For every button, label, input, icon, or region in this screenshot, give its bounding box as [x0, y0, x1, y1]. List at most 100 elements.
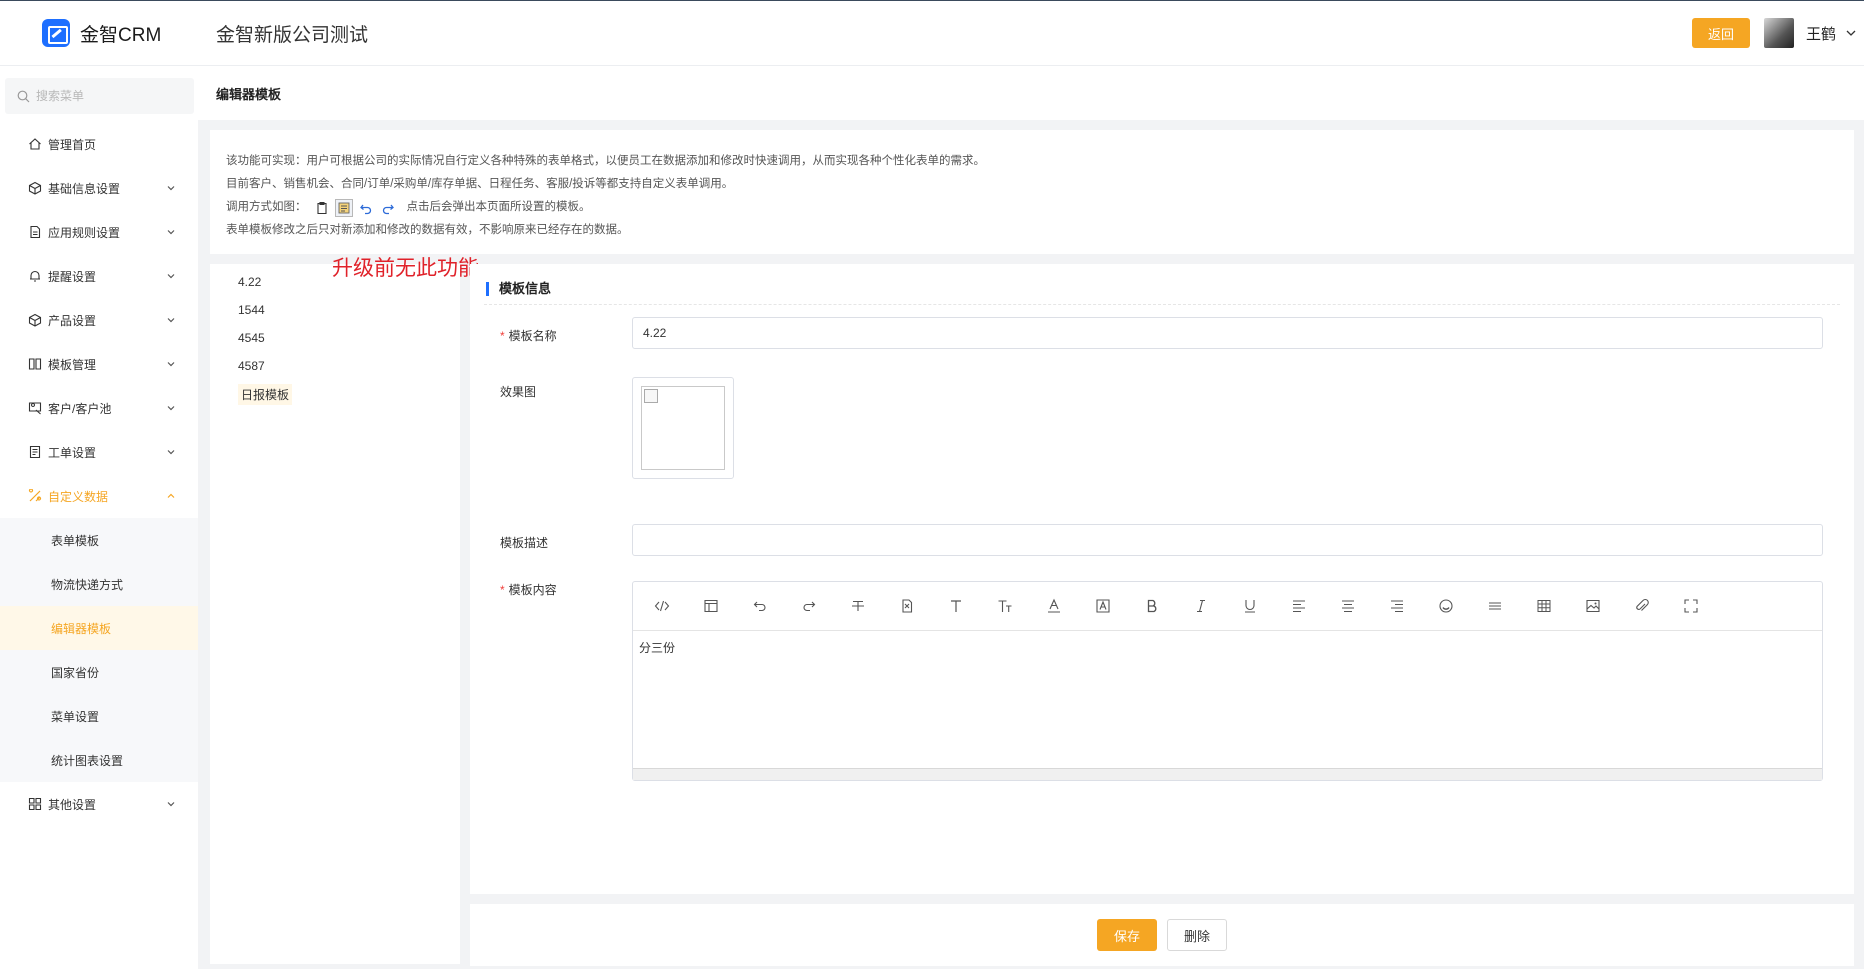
redo-icon[interactable]: [800, 597, 818, 615]
sidebar-item-tickets[interactable]: 工单设置: [0, 430, 198, 474]
sidebar-item-label: 提醒设置: [48, 269, 97, 284]
italic-icon[interactable]: [1192, 597, 1210, 615]
user-name[interactable]: 王鹤: [1806, 23, 1836, 44]
ticket-icon: [29, 445, 41, 459]
required-mark: *: [500, 583, 505, 597]
section-title: 模板信息: [486, 282, 551, 296]
required-mark: *: [500, 329, 505, 343]
effect-image-upload[interactable]: [632, 377, 734, 479]
clear-format-icon[interactable]: [898, 597, 916, 615]
search-icon: [17, 90, 30, 102]
custom-data-icon: [28, 489, 42, 502]
sidebar-subitem-country-province[interactable]: 国家省份: [0, 650, 198, 694]
back-button[interactable]: 返回: [1691, 18, 1750, 48]
editor-content[interactable]: 分三份: [633, 631, 1822, 768]
editor-resize-bar[interactable]: [633, 768, 1822, 780]
home-icon: [29, 138, 41, 150]
sidebar-item-label: 应用规则设置: [48, 225, 121, 240]
align-left-icon[interactable]: [1290, 597, 1308, 615]
template-icon[interactable]: [702, 597, 720, 615]
notice-usage-suffix: 点击后会弹出本页面所设置的模板。: [406, 201, 591, 213]
align-right-icon[interactable]: [1388, 597, 1406, 615]
cube-icon: [28, 181, 42, 195]
image-icon[interactable]: [1584, 597, 1602, 615]
chevron-down-icon: [167, 274, 175, 279]
avatar[interactable]: [1763, 18, 1794, 48]
sidebar-item-custom-data[interactable]: 自定义数据: [0, 474, 198, 518]
sidebar-item-template-mgmt[interactable]: 模板管理: [0, 342, 198, 386]
search-box[interactable]: [5, 78, 194, 114]
delete-button[interactable]: 删除: [1167, 919, 1227, 951]
sidebar-item-label: 工单设置: [48, 445, 97, 460]
sidebar-item-other-settings[interactable]: 其他设置: [0, 782, 198, 826]
broken-image-icon: [644, 389, 658, 403]
chevron-down-icon: [167, 802, 175, 807]
undo-icon: [357, 199, 375, 217]
sidebar-subitem-logistics[interactable]: 物流快递方式: [0, 562, 198, 606]
sidebar-item-label: 管理首页: [48, 137, 97, 152]
cube-icon: [28, 313, 42, 327]
template-name-input[interactable]: 4.22: [632, 317, 1823, 349]
save-button[interactable]: 保存: [1097, 919, 1157, 951]
search-input[interactable]: [36, 89, 176, 103]
image-label: 效果图: [500, 385, 537, 399]
table-icon[interactable]: [1535, 597, 1553, 615]
attachment-icon[interactable]: [1633, 597, 1651, 615]
document-icon: [30, 225, 41, 239]
underline-icon[interactable]: [1241, 597, 1259, 615]
code-icon[interactable]: [653, 597, 671, 615]
chevron-down-icon[interactable]: [1846, 28, 1856, 38]
sidebar-item-label: 客户/客户池: [48, 401, 112, 416]
logo[interactable]: 金智CRM: [0, 19, 200, 47]
chevron-up-icon: [167, 493, 175, 498]
chevron-down-icon: [167, 318, 175, 323]
sidebar-item-basic-info[interactable]: 基础信息设置: [0, 166, 198, 210]
horizontal-rule-icon[interactable]: [1486, 597, 1504, 615]
font-size-icon[interactable]: [996, 597, 1014, 615]
sidebar-item-customers[interactable]: 客户/客户池: [0, 386, 198, 430]
notice-line-usage: 调用方式如图： 点击后会弹出本页面所设置的模板。: [226, 196, 1838, 219]
desc-label: 模板描述: [500, 536, 549, 550]
sidebar-subitem-form-template[interactable]: 表单模板: [0, 518, 198, 562]
custom-data-submenu: 表单模板 物流快递方式 编辑器模板 国家省份 菜单设置 统计图表设置: [0, 518, 198, 782]
template-insert-icon: [334, 198, 353, 217]
strikethrough-icon[interactable]: [849, 597, 867, 615]
font-icon[interactable]: [947, 597, 965, 615]
sidebar-item-label: 产品设置: [48, 313, 97, 328]
chevron-down-icon: [167, 362, 175, 367]
sidebar-item-products[interactable]: 产品设置: [0, 298, 198, 342]
background-color-icon[interactable]: [1094, 597, 1112, 615]
list-item[interactable]: 1544: [210, 296, 460, 324]
redo-icon: [379, 199, 397, 217]
rich-text-editor: 分三份: [632, 581, 1823, 781]
annotation-text: 升级前无此功能: [332, 256, 479, 280]
undo-icon[interactable]: [751, 597, 769, 615]
sidebar-subitem-menu-settings[interactable]: 菜单设置: [0, 694, 198, 738]
sidebar-item-app-rules[interactable]: 应用规则设置: [0, 210, 198, 254]
bell-icon: [30, 270, 40, 282]
top-header: 金智CRM 金智新版公司测试 返回 王鹤: [0, 0, 1864, 66]
feature-notice: 该功能可实现：用户可根据公司的实际情况自行定义各种特殊的表单格式，以便员工在数据…: [210, 130, 1854, 254]
sidebar-subitem-editor-template[interactable]: 编辑器模板: [0, 606, 198, 650]
emoji-icon[interactable]: [1437, 597, 1455, 615]
list-item-selected[interactable]: 日报模板: [210, 380, 460, 408]
notice-line: 目前客户、销售机会、合同/订单/采购单/库存单据、日程任务、客服/投诉等都支持自…: [226, 178, 734, 190]
bold-icon[interactable]: [1143, 597, 1161, 615]
font-color-icon[interactable]: [1045, 597, 1063, 615]
sidebar-item-home[interactable]: 管理首页: [0, 122, 198, 166]
align-center-icon[interactable]: [1339, 597, 1357, 615]
sidebar-item-reminders[interactable]: 提醒设置: [0, 254, 198, 298]
notice-line: 表单模板修改之后只对新添加和修改的数据有效，不影响原来已经存在的数据。: [226, 224, 629, 236]
section-divider: [484, 304, 1840, 305]
list-item[interactable]: 4587: [210, 352, 460, 380]
notice-line: 该功能可实现：用户可根据公司的实际情况自行定义各种特殊的表单格式，以便员工在数据…: [226, 155, 985, 167]
sidebar-subitem-chart-settings[interactable]: 统计图表设置: [0, 738, 198, 782]
list-item[interactable]: 4545: [210, 324, 460, 352]
chevron-down-icon: [167, 450, 175, 455]
clipboard-icon: [313, 199, 331, 217]
chevron-down-icon: [167, 406, 175, 411]
logo-text: 金智CRM: [80, 24, 162, 46]
logo-icon: [42, 19, 70, 47]
fullscreen-icon[interactable]: [1682, 597, 1700, 615]
template-desc-input[interactable]: [632, 524, 1823, 556]
